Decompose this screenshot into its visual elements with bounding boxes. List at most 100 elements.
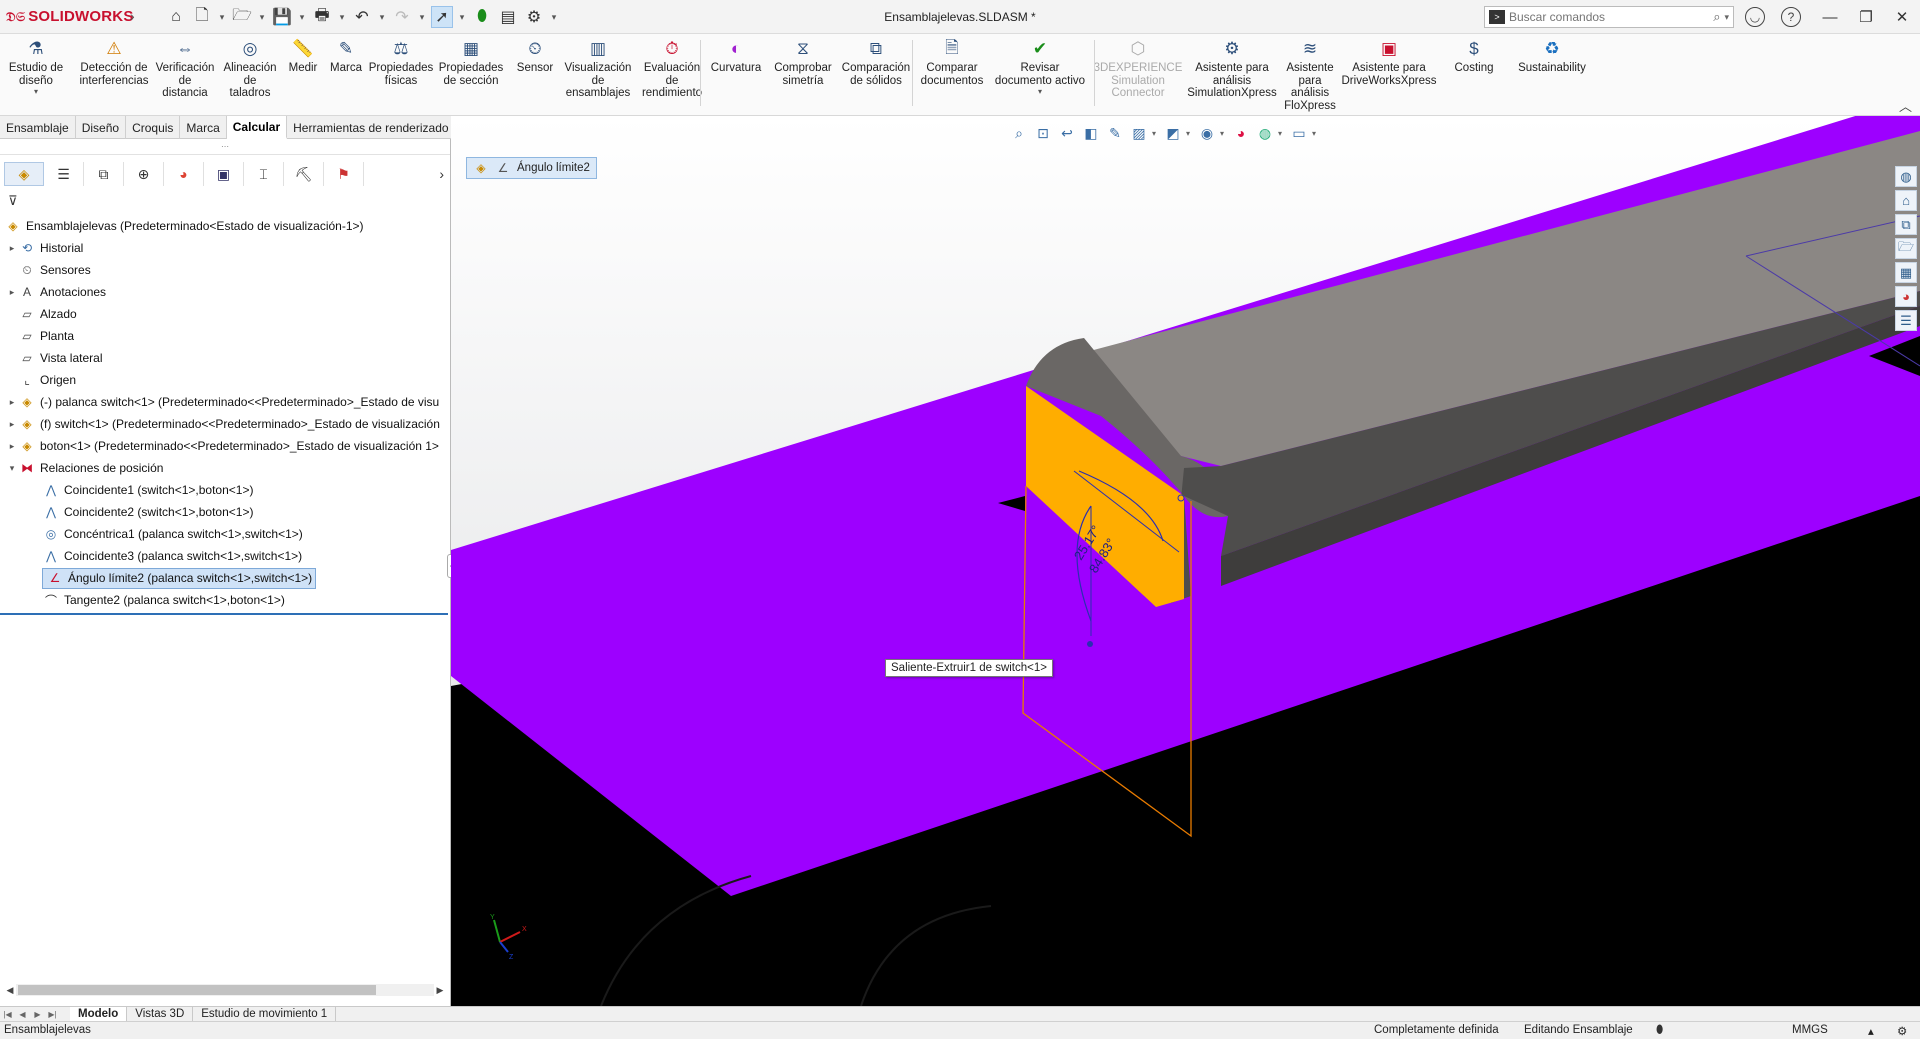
- ribbon-button-assembly-visualization[interactable]: ▥ Visualización de ensamblajes: [560, 38, 636, 100]
- open-folder-icon[interactable]: 🗁: [231, 6, 253, 28]
- dynamic-annotation-icon[interactable]: ✎: [1104, 123, 1126, 143]
- menu-expand-icon[interactable]: ›: [130, 8, 135, 24]
- tree-item[interactable]: ▾ ⧓ Relaciones de posición: [0, 457, 448, 479]
- tree-item[interactable]: ⌞ Origen: [0, 369, 448, 391]
- restore-icon[interactable]: ❐: [1848, 0, 1884, 34]
- display-style-icon[interactable]: ◩: [1162, 123, 1184, 143]
- tab-ensamblaje[interactable]: Ensamblaje: [0, 116, 76, 139]
- bottom-tab-2[interactable]: Vistas 3D: [127, 1006, 194, 1022]
- ribbon-button-hole-alignment[interactable]: ◎ Alineación de taladros: [222, 38, 278, 100]
- selection-breadcrumb[interactable]: ◈ ∠ Ángulo límite2: [466, 157, 597, 179]
- prev-tab-icon[interactable]: ◀: [15, 1010, 30, 1019]
- expand-toggle-icon[interactable]: ▸: [6, 441, 18, 452]
- assembly-breadcrumb-icon[interactable]: ◈: [473, 161, 489, 175]
- tree-item[interactable]: ⏲ Sensores: [0, 259, 448, 281]
- ribbon-button-driveworks[interactable]: ▣ Asistente para DriveWorksXpress: [1342, 38, 1437, 87]
- tree-item-content[interactable]: ⏲ Sensores: [18, 262, 90, 279]
- edit-appearance-icon[interactable]: ◕: [1230, 123, 1252, 143]
- panel-grip[interactable]: ⋯: [0, 139, 450, 155]
- ribbon-button-compare-bodies[interactable]: ⧉ Comparación de sólidos: [841, 38, 911, 87]
- model-view[interactable]: 25.17° 84.83°: [451, 116, 1920, 1006]
- tree-item-content[interactable]: ⟲ Historial: [18, 240, 83, 257]
- zoom-to-area-icon[interactable]: ⊡: [1032, 123, 1054, 143]
- rebuild-traffic-light-icon[interactable]: ⬮: [471, 6, 493, 28]
- close-icon[interactable]: ✕: [1884, 0, 1920, 34]
- tree-item-content[interactable]: ▱ Vista lateral: [18, 350, 102, 367]
- tab-croquis[interactable]: Croquis: [126, 116, 181, 139]
- tree-item-content[interactable]: ⌒ Tangente2 (palanca switch<1>,boton<1>): [42, 592, 285, 609]
- help-icon[interactable]: ?: [1781, 7, 1801, 27]
- tree-mate-item[interactable]: ⌒ Tangente2 (palanca switch<1>,boton<1>): [0, 589, 448, 611]
- bottom-tab-1[interactable]: Modelo: [70, 1006, 128, 1022]
- tree-item[interactable]: ▱ Planta: [0, 325, 448, 347]
- inspection-tab-icon[interactable]: ⚑: [324, 162, 364, 186]
- dimxpert-tab-icon[interactable]: ⊕: [124, 162, 164, 186]
- ribbon-button-simulationxpress[interactable]: ⚙ Asistente para análisis SimulationXpres…: [1186, 38, 1278, 100]
- display-style-dropdown-icon[interactable]: ▾: [1186, 129, 1194, 138]
- home-icon[interactable]: ⌂: [165, 6, 187, 28]
- command-search[interactable]: > ⌕ ▾: [1484, 6, 1734, 28]
- ribbon-button-performance[interactable]: ⏱ Evaluación de rendimiento: [640, 38, 704, 100]
- tree-item-content[interactable]: ◈ (-) palanca switch<1> (Predeterminado<<…: [18, 394, 439, 411]
- ribbon-button-clearance[interactable]: ⇔ Verificación de distancia: [155, 38, 215, 100]
- tree-item-content[interactable]: ▱ Planta: [18, 328, 74, 345]
- tree-item-content[interactable]: ⌞ Origen: [18, 372, 76, 389]
- collapse-ribbon-icon[interactable]: ︿: [1899, 96, 1912, 115]
- design-library-icon[interactable]: ⧉: [1895, 214, 1917, 235]
- select-pointer-icon[interactable]: ➚: [431, 6, 453, 28]
- open-dropdown-icon[interactable]: ▾: [257, 12, 267, 23]
- more-tabs-chevron-icon[interactable]: ›: [439, 166, 444, 182]
- ribbon-button-mass-properties[interactable]: ⚖ Propiedades físicas: [368, 38, 434, 87]
- horizontal-scrollbar[interactable]: ◀ ▶: [4, 982, 446, 998]
- options-gear-icon[interactable]: ⚙: [523, 6, 545, 28]
- first-tab-icon[interactable]: |◀: [0, 1010, 15, 1019]
- tree-item[interactable]: ▸ A Anotaciones: [0, 281, 448, 303]
- ribbon-button-costing[interactable]: $ Costing: [1446, 38, 1502, 75]
- ribbon-button-design-study[interactable]: ⚗ Estudio de diseño ▾: [4, 38, 68, 96]
- hide-show-items-icon[interactable]: ◉: [1196, 123, 1218, 143]
- ribbon-button-sensor[interactable]: ⏲ Sensor: [516, 38, 554, 75]
- featuremanager-tab-icon[interactable]: ◈: [4, 162, 44, 186]
- file-properties-icon[interactable]: ▤: [497, 6, 519, 28]
- tree-item-content[interactable]: ◈ boton<1> (Predeterminado<<Predeterminad…: [18, 438, 439, 455]
- solidworks-logo[interactable]: 𝔇𝔖 SOLIDWORKS: [6, 8, 134, 25]
- search-input[interactable]: [1509, 10, 1689, 24]
- expand-toggle-icon[interactable]: ▸: [6, 419, 18, 430]
- redo-dropdown-icon[interactable]: ▾: [417, 12, 427, 23]
- displaymanager-tab-icon[interactable]: ◕: [164, 162, 204, 186]
- tree-item-content[interactable]: ◎ Concéntrica1 (palanca switch<1>,switch<…: [42, 526, 303, 543]
- ribbon-button-sustainability[interactable]: ♻ Sustainability: [1515, 38, 1589, 75]
- hide-show-dropdown-icon[interactable]: ▾: [1220, 129, 1228, 138]
- tab-dise-o[interactable]: Diseño: [76, 116, 127, 139]
- breadcrumb-label[interactable]: Ángulo límite2: [517, 162, 590, 174]
- options-dropdown-icon[interactable]: ▾: [549, 12, 559, 23]
- tree-item-content[interactable]: ⋀ Coincidente3 (palanca switch<1>,switch<…: [42, 548, 302, 565]
- ribbon-button-compare-documents[interactable]: 🗎 Comparar documentos: [918, 38, 986, 87]
- new-document-icon[interactable]: 🗋: [191, 6, 213, 28]
- home-tab-icon[interactable]: ⌂: [1895, 190, 1917, 211]
- tab-marca[interactable]: Marca: [180, 116, 227, 139]
- view-settings-dropdown-icon[interactable]: ▾: [1312, 129, 1320, 138]
- units-dropdown-icon[interactable]: ▴: [1868, 1024, 1874, 1038]
- status-options-icon[interactable]: ⚙: [1897, 1024, 1907, 1038]
- tree-filter-icon[interactable]: ⊽: [8, 191, 18, 211]
- ribbon-dropdown-icon[interactable]: ▾: [34, 87, 38, 96]
- view-palette-icon[interactable]: ▦: [1895, 262, 1917, 283]
- tree-mate-item[interactable]: ⋀ Coincidente2 (switch<1>,boton<1>): [0, 501, 448, 523]
- view-orientation-dropdown-icon[interactable]: ▾: [1152, 129, 1160, 138]
- tree-item[interactable]: ▱ Alzado: [0, 303, 448, 325]
- search-dropdown-icon[interactable]: ▾: [1724, 12, 1729, 23]
- tree-item-content[interactable]: ◈ (f) switch<1> (Predeterminado<<Predeter…: [18, 416, 440, 433]
- expand-toggle-icon[interactable]: ▸: [6, 243, 18, 254]
- expand-toggle-icon[interactable]: ▸: [6, 287, 18, 298]
- ribbon-dropdown-icon[interactable]: ▾: [1038, 87, 1042, 96]
- ribbon-button-markup[interactable]: ✎ Marca: [327, 38, 365, 75]
- tree-item-content[interactable]: ⋀ Coincidente2 (switch<1>,boton<1>): [42, 504, 253, 521]
- ribbon-button-symmetry[interactable]: ⧖ Comprobar simetría: [772, 38, 834, 87]
- rollback-bar[interactable]: [0, 613, 448, 615]
- expand-toggle-icon[interactable]: ▾: [6, 463, 18, 474]
- view-orientation-icon[interactable]: ▨: [1128, 123, 1150, 143]
- next-tab-icon[interactable]: ▶: [30, 1010, 45, 1019]
- propertymanager-tab-icon[interactable]: ☰: [44, 162, 84, 186]
- status-units[interactable]: MMGS: [1792, 1024, 1828, 1036]
